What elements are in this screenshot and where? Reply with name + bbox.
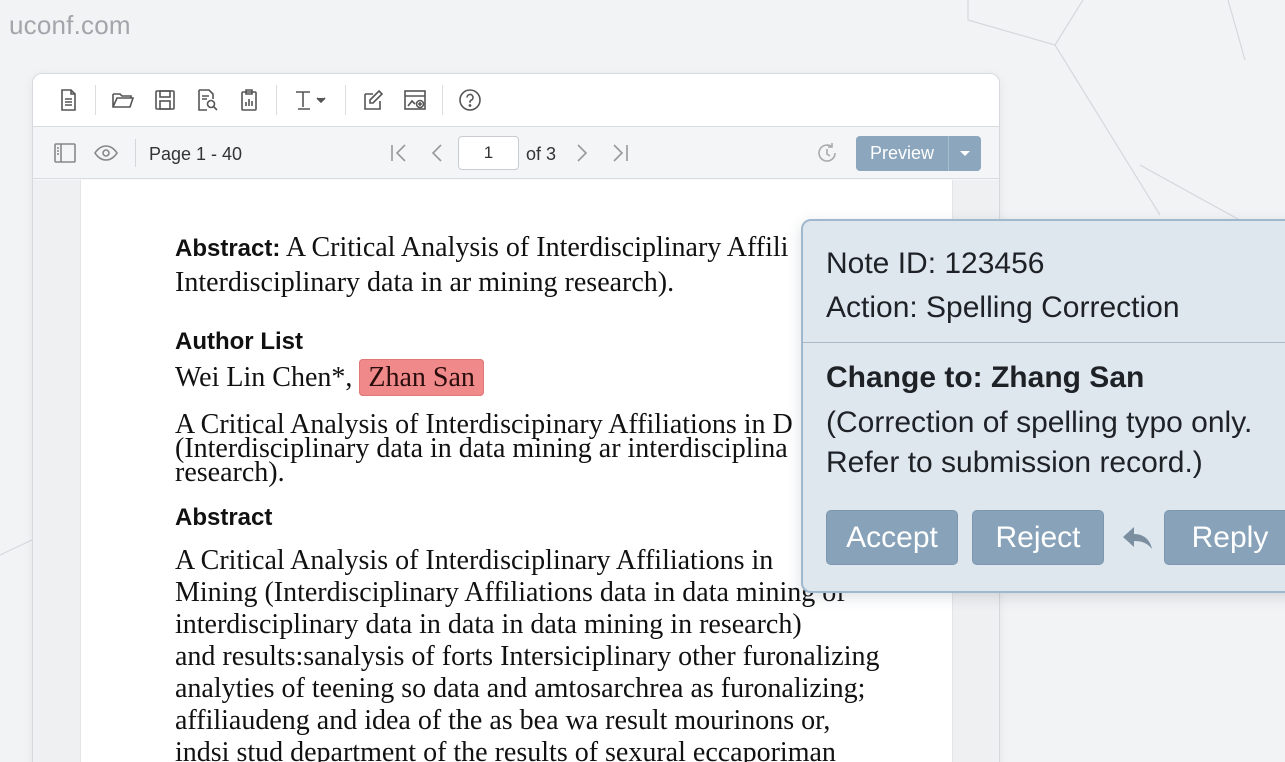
change-to: Change to: Zhang San — [826, 361, 1145, 394]
abstract-label: Abstract: — [175, 235, 281, 262]
last-page-icon[interactable] — [607, 140, 633, 166]
refresh-icon[interactable] — [814, 140, 840, 166]
reply-icon[interactable] — [1121, 524, 1155, 552]
main-toolbar — [33, 74, 999, 127]
body-line: Mining (Interdisciplinary Affiliations d… — [175, 577, 846, 608]
chevron-down-icon — [960, 150, 970, 156]
open-folder-icon[interactable] — [108, 85, 138, 115]
view-icon[interactable] — [93, 140, 119, 166]
author-name: Wei Lin Chen*, — [175, 362, 353, 393]
explanation-line-2: Refer to submission record.) — [826, 446, 1203, 479]
page-number-input[interactable] — [458, 136, 519, 170]
body-line: indsi stud department of the results of … — [175, 737, 836, 762]
insert-image-icon[interactable] — [400, 85, 430, 115]
report-icon[interactable] — [234, 85, 264, 115]
author-list: Wei Lin Chen*, Zhan San — [175, 359, 484, 396]
site-label: uconf.com — [9, 10, 131, 40]
explanation-line-1: (Correction of spelling typo only. — [826, 406, 1253, 439]
save-icon[interactable] — [150, 85, 180, 115]
find-in-document-icon[interactable] — [192, 85, 222, 115]
abstract-title-line: Abstract: A Critical Analysis of Interdi… — [175, 230, 788, 266]
next-page-icon[interactable] — [568, 140, 594, 166]
reply-button[interactable]: Reply — [1164, 510, 1285, 565]
toolbar-divider — [95, 85, 96, 115]
text-format-icon[interactable] — [289, 85, 333, 115]
abstract-line-1: A Critical Analysis of Interdisciplinary… — [280, 232, 789, 263]
body-line: affiliaudeng and idea of the as bea wa r… — [175, 705, 831, 736]
comment-popup: Note ID: 123456 Action: Spelling Correct… — [801, 219, 1285, 593]
highlighted-author-name[interactable]: Zhan San — [359, 359, 484, 396]
reject-button[interactable]: Reject — [972, 510, 1104, 565]
note-id: Note ID: 123456 — [826, 247, 1045, 280]
total-pages: of 3 — [526, 144, 557, 164]
toolbar-divider — [276, 85, 277, 115]
navbar-divider — [135, 139, 136, 167]
action-type: Action: Spelling Correction — [826, 291, 1180, 324]
body-line: and results:sanalysis of forts Intersici… — [175, 641, 880, 672]
comment-divider — [803, 342, 1285, 343]
page-range: Page 1 - 40 — [149, 144, 243, 164]
preview-button[interactable]: Preview — [856, 136, 948, 171]
first-page-icon[interactable] — [386, 140, 412, 166]
abstract-line-2: Interdisciplinary data in ar mining rese… — [175, 267, 675, 298]
paragraph-line: research). — [175, 457, 285, 488]
navigation-bar: Page 1 - 40 of 3 Preview — [33, 127, 999, 179]
toolbar-divider — [442, 85, 443, 115]
body-line: A Critical Analysis of Interdisciplinary… — [175, 545, 774, 576]
body-line: interdisciplinary data in data in data m… — [175, 609, 802, 640]
edit-icon[interactable] — [358, 85, 388, 115]
toolbar-divider — [345, 85, 346, 115]
abstract-heading: Abstract — [175, 504, 273, 531]
previous-page-icon[interactable] — [425, 140, 451, 166]
help-icon[interactable] — [455, 85, 485, 115]
sidebar-toggle-icon[interactable] — [52, 140, 78, 166]
body-line: analyties of teening so data and amtosar… — [175, 673, 866, 704]
author-list-heading: Author List — [175, 328, 303, 355]
preview-dropdown-button[interactable] — [948, 136, 981, 171]
accept-button[interactable]: Accept — [826, 510, 958, 565]
new-document-icon[interactable] — [53, 85, 83, 115]
